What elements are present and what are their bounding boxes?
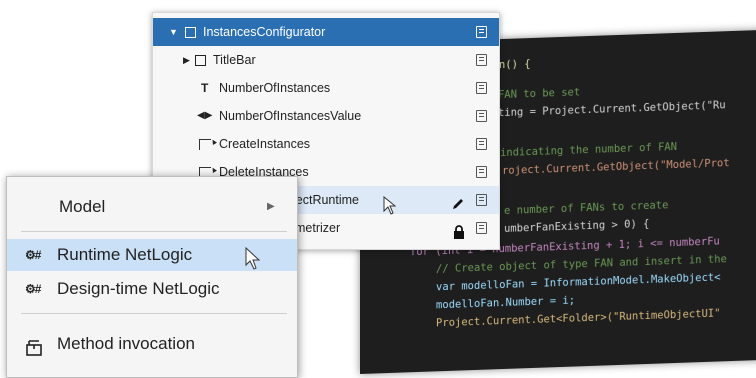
code-line: umberFanExisting > 0) { bbox=[504, 217, 650, 235]
tree-item-instances-configurator[interactable]: ▼ InstancesConfigurator bbox=[153, 18, 499, 46]
menu-separator bbox=[21, 313, 287, 314]
tree-item-label: jectRuntime bbox=[293, 193, 359, 207]
tree-item-label: metrizer bbox=[295, 221, 341, 235]
method-invocation-icon bbox=[25, 335, 43, 369]
configure-icon[interactable] bbox=[476, 222, 487, 234]
tree-item-label: NumberOfInstances bbox=[219, 81, 331, 95]
tree-item-number-of-instances[interactable]: T NumberOfInstances bbox=[153, 74, 499, 102]
tree-item-number-of-instances-value[interactable]: ◀▶ NumberOfInstancesValue bbox=[153, 102, 499, 130]
object-box-icon bbox=[195, 46, 206, 76]
configure-icon[interactable] bbox=[476, 166, 487, 178]
menu-item-label: Design-time NetLogic bbox=[57, 279, 220, 298]
menu-item-designtime-netlogic[interactable]: ⚙# Design-time NetLogic bbox=[7, 273, 297, 305]
context-menu[interactable]: Model ▶ ⚙# Runtime NetLogic ⚙# Design-ti… bbox=[6, 176, 298, 378]
chevron-right-icon[interactable]: ▶ bbox=[183, 46, 190, 74]
lock-icon bbox=[453, 221, 465, 249]
menu-item-label: Method invocation bbox=[57, 334, 195, 353]
arrows-lr-icon: ◀▶ bbox=[197, 110, 213, 121]
tree-item-label: CreateInstances bbox=[219, 137, 311, 151]
netlogic-icon: ⚙# bbox=[25, 282, 41, 296]
configure-icon[interactable] bbox=[476, 54, 487, 66]
code-line: FAN to be set bbox=[498, 86, 581, 102]
configure-icon[interactable] bbox=[476, 82, 487, 94]
tree-item-titlebar[interactable]: ▶ TitleBar bbox=[153, 46, 499, 74]
menu-item-method-invocation[interactable]: Method invocation bbox=[7, 327, 297, 361]
tree-item-label: InstancesConfigurator bbox=[203, 25, 326, 39]
text-t-icon: T bbox=[201, 81, 209, 95]
menu-item-model[interactable]: Model ▶ bbox=[7, 189, 297, 225]
tree-item-label: NumberOfInstancesValue bbox=[219, 109, 362, 123]
configure-icon[interactable] bbox=[476, 138, 487, 150]
configure-icon[interactable] bbox=[476, 26, 487, 38]
menu-separator bbox=[21, 231, 287, 232]
configure-icon[interactable] bbox=[476, 110, 487, 122]
chevron-down-icon[interactable]: ▼ bbox=[169, 18, 178, 46]
mouse-pointer-icon bbox=[245, 246, 263, 276]
object-box-icon bbox=[185, 18, 196, 48]
tree-item-create-instances[interactable]: CreateInstances bbox=[153, 130, 499, 158]
chevron-right-icon: ▶ bbox=[267, 201, 275, 212]
netlogic-icon: ⚙# bbox=[25, 248, 41, 262]
menu-item-label: Model bbox=[59, 197, 106, 216]
mouse-pointer-icon bbox=[383, 195, 399, 219]
menu-item-label: Runtime NetLogic bbox=[57, 245, 193, 264]
tree-item-label: TitleBar bbox=[213, 53, 256, 67]
configure-icon[interactable] bbox=[476, 194, 487, 206]
